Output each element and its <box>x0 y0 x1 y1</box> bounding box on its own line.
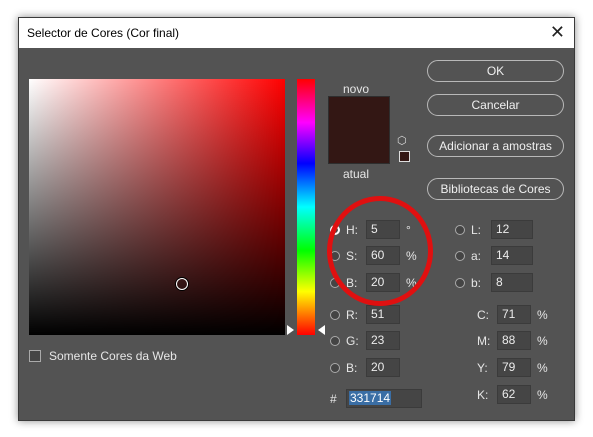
hue-input[interactable]: 5 <box>366 220 400 239</box>
brightness-label: B: <box>346 275 358 290</box>
hue-slider-handle-right[interactable] <box>318 325 325 335</box>
web-colors-checkbox[interactable] <box>29 350 41 362</box>
hex-value: 331714 <box>349 391 392 405</box>
brightness-input[interactable]: 20 <box>366 273 400 292</box>
green-label: G: <box>346 333 359 348</box>
yellow-label: Y: <box>477 360 488 375</box>
red-label: R: <box>346 307 358 322</box>
dialog-title: Selector de Cores (Cor final) <box>27 26 180 40</box>
saturation-row: S: 60 % <box>330 246 417 265</box>
yellow-input[interactable]: 79 <box>497 358 531 377</box>
add-to-swatches-button[interactable]: Adicionar a amostras <box>427 135 564 157</box>
blue-row: B: 20 <box>330 358 400 377</box>
hue-label: H: <box>346 222 358 237</box>
current-color-label: atual <box>343 167 370 181</box>
blue-radio[interactable] <box>330 362 340 373</box>
black-input[interactable]: 62 <box>497 385 531 404</box>
color-preview <box>328 96 390 164</box>
ok-button[interactable]: OK <box>427 60 564 82</box>
cube-icon[interactable]: ⬡ <box>397 134 407 147</box>
web-colors-label: Somente Cores da Web <box>49 349 177 363</box>
green-input[interactable]: 23 <box>366 331 400 350</box>
blue-label: B: <box>346 360 358 375</box>
cyan-row: C: 71 % <box>471 305 548 324</box>
cyan-label: C: <box>477 307 489 322</box>
magenta-row: M: 88 % <box>471 331 548 350</box>
black-label: K: <box>477 387 489 402</box>
lab-l-input[interactable]: 12 <box>491 220 533 239</box>
hue-slider[interactable] <box>297 79 315 335</box>
magenta-unit: % <box>537 333 548 348</box>
lab-a-input[interactable]: 14 <box>491 246 533 265</box>
lab-b-label: b: <box>471 275 482 290</box>
color-picker-dialog: Selector de Cores (Cor final) ✕ Somente … <box>18 17 575 421</box>
yellow-row: Y: 79 % <box>471 358 548 377</box>
hex-hash-label: # <box>330 391 337 406</box>
new-color-label: novo <box>343 82 370 96</box>
cyan-input[interactable]: 71 <box>497 305 531 324</box>
new-color-swatch <box>329 97 389 130</box>
current-color-swatch[interactable] <box>329 130 389 163</box>
green-row: G: 23 <box>330 331 400 350</box>
black-row: K: 62 % <box>471 385 548 404</box>
web-colors-only-option[interactable]: Somente Cores da Web <box>29 349 177 363</box>
hue-radio[interactable] <box>330 224 340 235</box>
yellow-unit: % <box>537 360 548 375</box>
hex-row: # 331714 <box>330 389 422 408</box>
brightness-row: B: 20 % <box>330 273 417 292</box>
lab-l-label: L: <box>471 222 482 237</box>
hue-slider-handle-left[interactable] <box>287 325 294 335</box>
web-safe-swatch[interactable] <box>399 151 410 162</box>
title-bar: Selector de Cores (Cor final) ✕ <box>19 18 574 48</box>
lab-b-radio[interactable] <box>455 277 465 288</box>
red-radio[interactable] <box>330 309 340 320</box>
hex-input[interactable]: 331714 <box>346 389 422 408</box>
color-libraries-button[interactable]: Bibliotecas de Cores <box>427 178 564 200</box>
lab-b-row: b: 8 <box>455 273 533 292</box>
saturation-unit: % <box>406 248 417 263</box>
lab-l-row: L: 12 <box>455 220 533 239</box>
lab-b-input[interactable]: 8 <box>491 273 533 292</box>
saturation-label: S: <box>346 248 358 263</box>
lab-l-radio[interactable] <box>455 224 465 235</box>
magenta-input[interactable]: 88 <box>497 331 531 350</box>
brightness-unit: % <box>406 275 417 290</box>
red-input[interactable]: 51 <box>366 305 400 324</box>
cancel-button[interactable]: Cancelar <box>427 94 564 116</box>
hue-unit: ° <box>406 222 411 237</box>
saturation-radio[interactable] <box>330 250 340 261</box>
magenta-label: M: <box>477 333 491 348</box>
brightness-radio[interactable] <box>330 277 340 288</box>
black-unit: % <box>537 387 548 402</box>
lab-a-row: a: 14 <box>455 246 533 265</box>
close-icon[interactable]: ✕ <box>550 22 565 43</box>
saturation-brightness-field[interactable] <box>29 79 285 335</box>
lab-a-radio[interactable] <box>455 250 465 261</box>
hue-row: H: 5 ° <box>330 220 411 239</box>
color-field-cursor[interactable] <box>176 278 188 290</box>
lab-a-label: a: <box>471 248 482 263</box>
cyan-unit: % <box>537 307 548 322</box>
blue-input[interactable]: 20 <box>366 358 400 377</box>
saturation-input[interactable]: 60 <box>366 246 400 265</box>
green-radio[interactable] <box>330 335 340 346</box>
red-row: R: 51 <box>330 305 400 324</box>
